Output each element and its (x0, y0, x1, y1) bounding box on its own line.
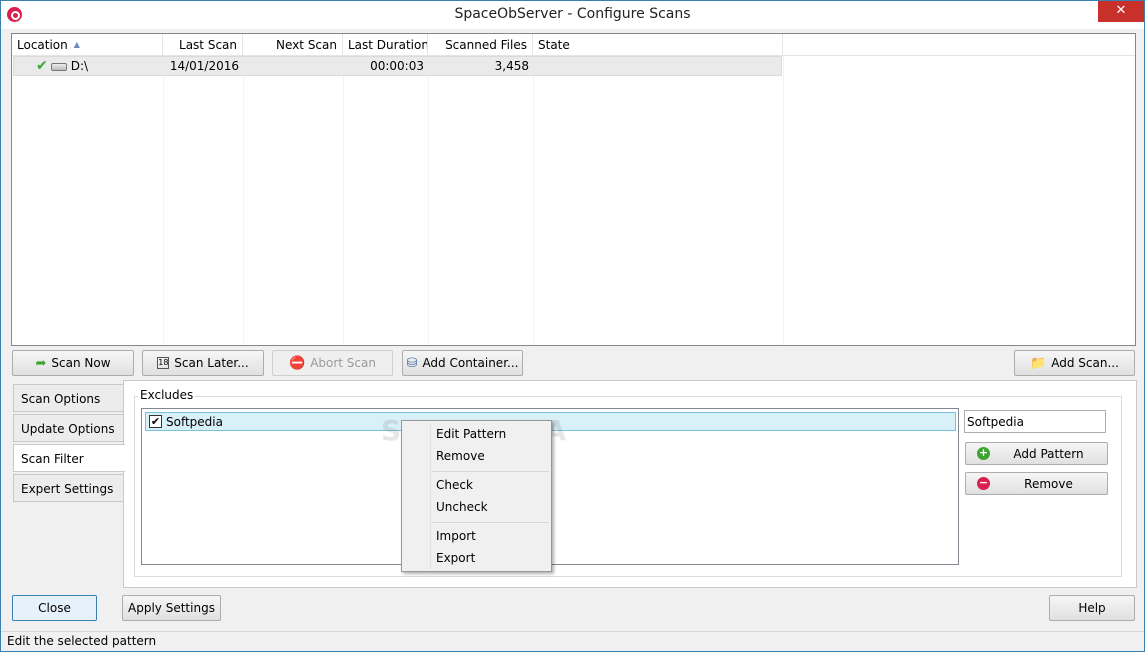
add-circle-icon: + (977, 446, 990, 460)
menu-item-export[interactable]: Export (404, 547, 549, 569)
scan-later-button[interactable]: 18 Scan Later... (142, 350, 264, 376)
menu-item-uncheck[interactable]: Uncheck (404, 496, 549, 518)
tab-scan-filter[interactable]: Scan Filter (13, 444, 125, 472)
scan-row[interactable]: ✔ D:\ 14/01/2016 00:00:03 3,458 (13, 56, 782, 76)
tab-update-options[interactable]: Update Options (13, 414, 123, 442)
scan-list-header: Location ▲ Last Scan Next Scan Last Durat… (12, 34, 1135, 56)
pattern-checkbox[interactable]: ✔ (149, 415, 162, 428)
close-button[interactable]: Close (12, 595, 97, 621)
remove-pattern-button[interactable]: − Remove (965, 472, 1108, 495)
cell-last-duration: 00:00:03 (370, 59, 424, 73)
menu-item-import[interactable]: Import (404, 525, 549, 547)
column-header-next-scan[interactable]: Next Scan (243, 34, 343, 56)
column-header-location[interactable]: Location ▲ (12, 34, 163, 56)
scan-now-button[interactable]: ➦ Scan Now (12, 350, 134, 376)
tab-expert-settings[interactable]: Expert Settings (13, 474, 123, 502)
menu-item-edit-pattern[interactable]: Edit Pattern (404, 423, 549, 445)
cell-last-scan: 14/01/2016 (169, 59, 239, 73)
cell-state (534, 57, 774, 75)
drive-icon (50, 63, 67, 71)
pattern-input[interactable] (964, 410, 1106, 433)
window-title: SpaceObServer - Configure Scans (454, 6, 691, 22)
menu-item-check[interactable]: Check (404, 474, 549, 496)
abort-icon: ⛔ (289, 355, 306, 371)
title-bar: SpaceObServer - Configure Scans ✕ (1, 1, 1144, 29)
network-icon: ⛁ (406, 355, 418, 371)
scan-list[interactable]: Location ▲ Last Scan Next Scan Last Durat… (11, 33, 1136, 346)
add-pattern-button[interactable]: + Add Pattern (965, 442, 1108, 465)
calendar-icon: 18 (157, 357, 170, 369)
sort-ascending-icon: ▲ (73, 40, 80, 49)
pattern-text: Softpedia (166, 414, 223, 429)
status-bar: Edit the selected pattern (1, 631, 1144, 651)
menu-separator (432, 522, 549, 523)
apply-settings-button[interactable]: Apply Settings (122, 595, 221, 621)
column-header-last-duration[interactable]: Last Duration (343, 34, 428, 56)
column-header-scanned-files[interactable]: Scanned Files (428, 34, 533, 56)
excludes-label: Excludes (138, 388, 196, 402)
arrow-forward-icon: ➦ (35, 355, 47, 371)
scan-ok-check-icon: ✔ (36, 58, 48, 74)
column-header-state[interactable]: State (533, 34, 783, 56)
cell-scanned-files: 3,458 (494, 59, 529, 73)
cell-next-scan (244, 57, 344, 75)
abort-scan-button[interactable]: ⛔ Abort Scan (272, 350, 393, 376)
window-close-button[interactable]: ✕ (1098, 1, 1144, 22)
configure-scans-window: SpaceObServer - Configure Scans ✕ Locati… (0, 0, 1145, 652)
help-button[interactable]: Help (1049, 595, 1135, 621)
column-header-last-scan[interactable]: Last Scan (163, 34, 243, 56)
remove-circle-icon: − (977, 476, 990, 490)
add-scan-button[interactable]: 📁 Add Scan... (1014, 350, 1135, 376)
folder-add-icon: 📁 (1030, 355, 1047, 371)
menu-separator (432, 471, 549, 472)
menu-item-remove[interactable]: Remove (404, 445, 549, 467)
cell-location: ✔ D:\ (36, 58, 89, 74)
pattern-context-menu: Edit Pattern Remove Check Uncheck Import… (401, 420, 552, 572)
add-container-button[interactable]: ⛁ Add Container... (402, 350, 523, 376)
tab-scan-options[interactable]: Scan Options (13, 384, 123, 412)
